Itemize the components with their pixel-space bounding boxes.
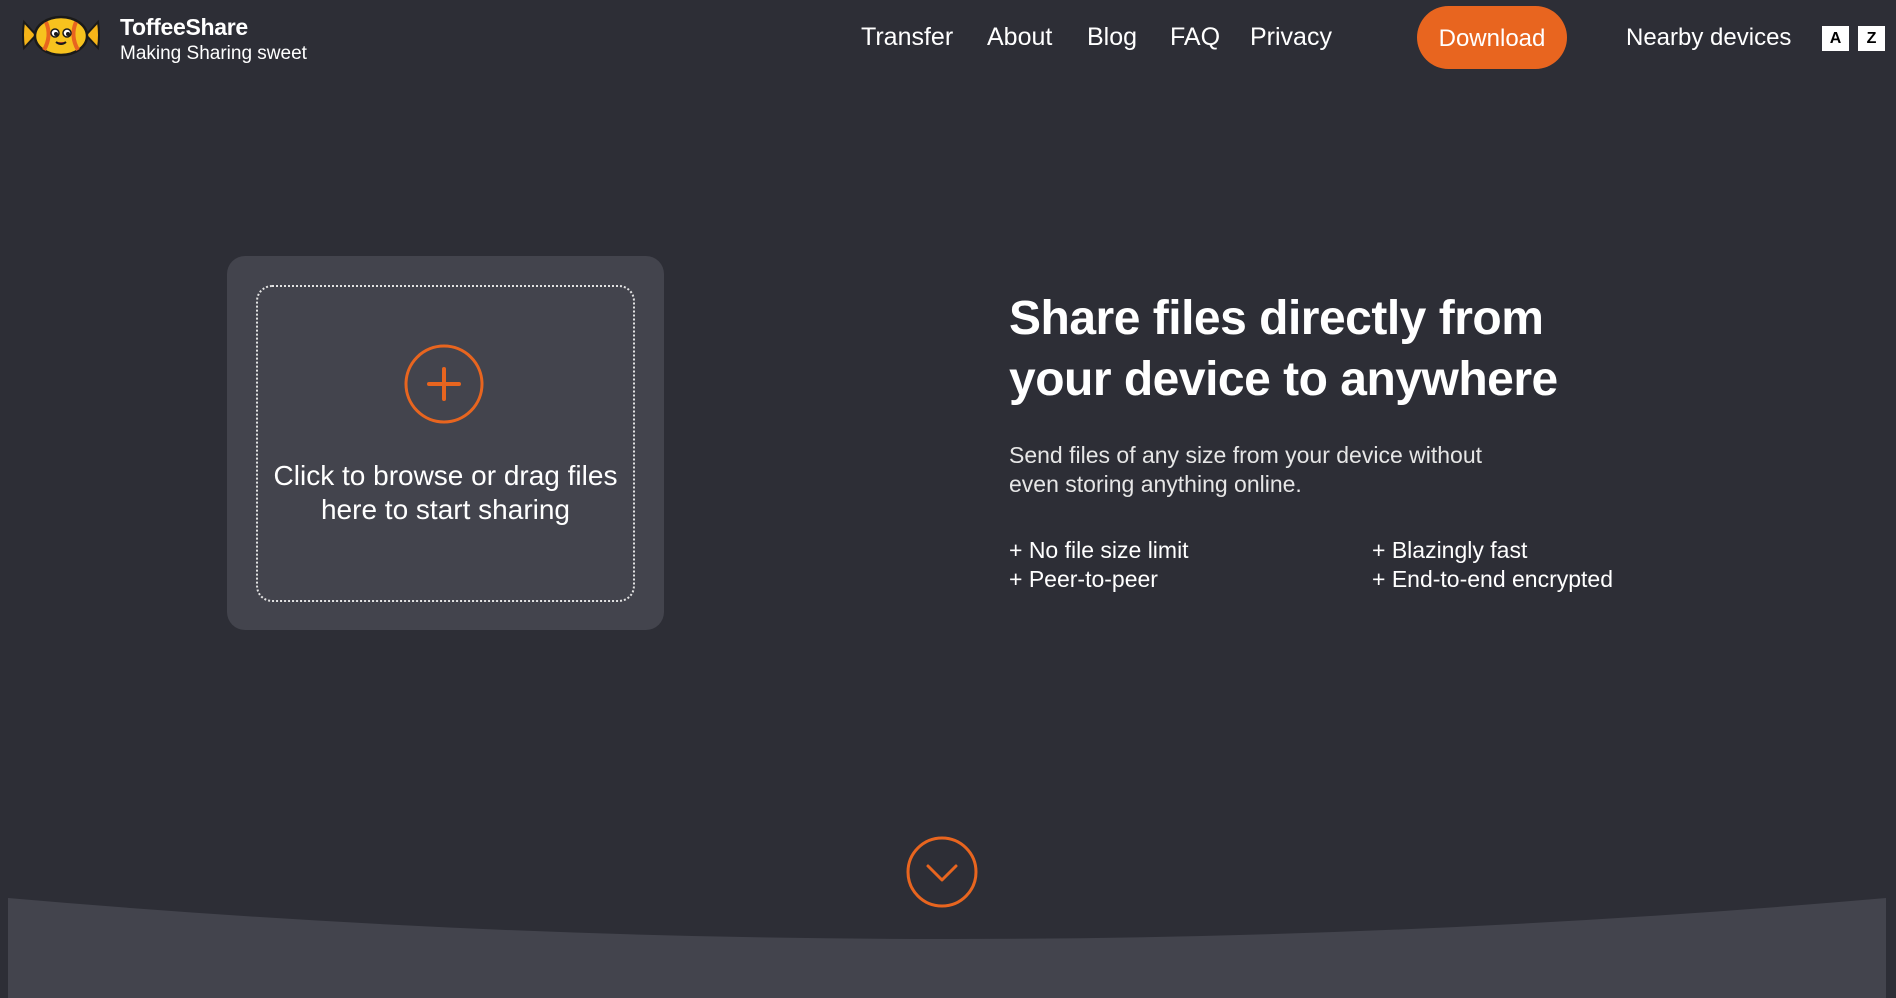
dropzone-card: Click to browse or drag files here to st… [227,256,664,630]
logo[interactable] [22,10,100,60]
download-button[interactable]: Download [1417,6,1567,69]
hero-subtitle-line-1: Send files of any size from your device … [1009,442,1483,468]
feature-blazingly-fast: + Blazingly fast [1372,537,1528,563]
hero-subtitle: Send files of any size from your device … [1009,441,1569,499]
dropzone-line-2: here to start sharing [320,494,571,525]
dropzone-line-1: Click to browse or drag files [273,460,618,491]
chevron-down-icon[interactable] [906,836,978,908]
candy-icon [22,15,100,57]
feature-peer-to-peer: + Peer-to-peer [1009,566,1158,592]
nav-blog[interactable]: Blog [1087,23,1137,51]
nearby-devices-link[interactable]: Nearby devices [1626,24,1791,52]
lang-button-a[interactable]: A [1822,26,1849,51]
brand-tagline: Making Sharing sweet [120,43,307,64]
dropzone-instructions: Click to browse or drag files here to st… [258,459,633,527]
file-dropzone[interactable]: Click to browse or drag files here to st… [256,285,635,602]
nav-about[interactable]: About [987,23,1052,51]
feature-no-file-size-limit: + No file size limit [1009,537,1189,563]
nav-privacy[interactable]: Privacy [1250,23,1332,51]
brand-name: ToffeeShare [120,14,248,40]
lang-button-z[interactable]: Z [1858,26,1885,51]
brand[interactable]: ToffeeShare Making Sharing sweet [120,13,307,66]
nav-faq[interactable]: FAQ [1170,23,1220,51]
hero-title-line-1: Share files directly from [1009,292,1544,345]
hero-title-line-2: your device to anywhere [1009,353,1558,406]
plus-circle-icon[interactable] [404,344,484,424]
feature-end-to-end-encrypted: + End-to-end encrypted [1372,566,1614,592]
hero-title: Share files directly from your device to… [1009,288,1709,410]
hero-subtitle-line-2: even storing anything online. [1009,471,1302,497]
nav-transfer[interactable]: Transfer [861,23,953,51]
